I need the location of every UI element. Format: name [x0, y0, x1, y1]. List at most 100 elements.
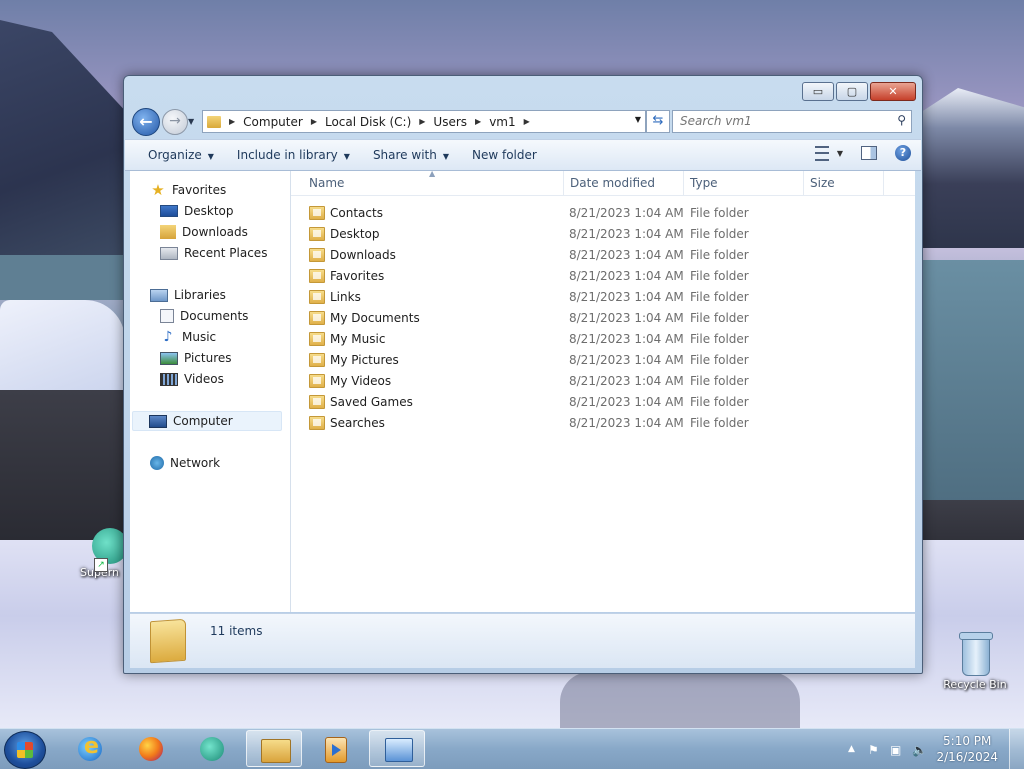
taskbar-internet-explorer[interactable]: [62, 730, 118, 767]
nav-videos[interactable]: Videos: [160, 369, 224, 389]
nav-favorites[interactable]: ★ Favorites: [150, 180, 226, 200]
table-row[interactable]: Favorites 8/21/2023 1:04 AM File folder: [309, 266, 909, 287]
address-bar[interactable]: ▶ Computer ▶ Local Disk (C:) ▶ Users ▶ v…: [202, 110, 646, 133]
column-divider[interactable]: [803, 171, 804, 195]
nav-label: Favorites: [172, 183, 227, 197]
file-name: My Videos: [330, 374, 392, 388]
taskbar-windows-explorer[interactable]: [246, 730, 302, 767]
chevron-down-icon: ▼: [442, 152, 449, 161]
close-button[interactable]: ✕: [870, 82, 916, 101]
table-row[interactable]: My Music 8/21/2023 1:04 AM File folder: [309, 329, 909, 350]
chevron-down-icon: ▼: [207, 152, 214, 161]
table-row[interactable]: Contacts 8/21/2023 1:04 AM File folder: [309, 203, 909, 224]
column-size[interactable]: Size: [810, 176, 835, 190]
file-name: Desktop: [330, 227, 380, 241]
desktop-icon-label: Recycle Bin: [943, 678, 1007, 691]
file-name: Searches: [330, 416, 385, 430]
file-type: File folder: [690, 332, 749, 346]
nav-downloads[interactable]: Downloads: [160, 222, 248, 242]
column-type[interactable]: Type: [690, 176, 718, 190]
nav-music[interactable]: ♪ Music: [160, 327, 217, 347]
nav-pictures[interactable]: Pictures: [160, 348, 232, 368]
column-divider[interactable]: [683, 171, 684, 195]
breadcrumb-chevron-icon[interactable]: ▶: [475, 117, 481, 126]
table-row[interactable]: Links 8/21/2023 1:04 AM File folder: [309, 287, 909, 308]
nav-computer[interactable]: Computer: [132, 411, 282, 431]
maximize-button[interactable]: ▢: [836, 82, 868, 101]
search-input[interactable]: [673, 111, 880, 130]
change-view-button[interactable]: ▼: [814, 145, 843, 161]
taskbar-firefox[interactable]: [123, 730, 179, 767]
action-center-flag-icon[interactable]: ⚑: [868, 743, 879, 757]
folder-icon: [309, 290, 325, 304]
organize-menu[interactable]: Organize ▼: [148, 148, 214, 162]
folder-icon: [309, 374, 325, 388]
nav-network[interactable]: Network: [150, 453, 220, 473]
breadcrumb-chevron-icon[interactable]: ▶: [229, 117, 235, 126]
file-name: My Pictures: [330, 353, 399, 367]
star-icon: ★: [151, 181, 165, 199]
breadcrumb-computer[interactable]: Computer: [243, 115, 303, 129]
desktop-icon-recycle-bin[interactable]: Recycle Bin: [940, 630, 1010, 691]
nav-recent-places[interactable]: Recent Places: [160, 243, 267, 263]
chevron-down-icon: ▼: [343, 152, 350, 161]
column-divider[interactable]: [563, 171, 564, 195]
start-button[interactable]: [4, 731, 46, 769]
forward-button[interactable]: →: [162, 109, 188, 135]
breadcrumb-local-disk[interactable]: Local Disk (C:): [325, 115, 411, 129]
network-status-icon[interactable]: ▣: [890, 743, 901, 757]
nav-documents[interactable]: Documents: [160, 306, 248, 326]
column-divider[interactable]: [883, 171, 884, 195]
show-desktop-button[interactable]: [1009, 729, 1024, 769]
item-count: 11 items: [210, 624, 263, 638]
file-date-modified: 8/21/2023 1:04 AM: [569, 269, 684, 283]
address-dropdown-icon[interactable]: ▼: [635, 115, 641, 124]
refresh-button[interactable]: ⇆: [646, 110, 670, 133]
breadcrumb-chevron-icon[interactable]: ▶: [419, 117, 425, 126]
table-row[interactable]: My Videos 8/21/2023 1:04 AM File folder: [309, 371, 909, 392]
file-date-modified: 8/21/2023 1:04 AM: [569, 332, 684, 346]
file-type: File folder: [690, 269, 749, 283]
new-folder-button[interactable]: New folder: [472, 148, 537, 162]
system-clock[interactable]: 5:10 PM 2/16/2024: [936, 733, 998, 765]
nav-desktop[interactable]: Desktop: [160, 201, 234, 221]
breadcrumb-chevron-icon[interactable]: ▶: [524, 117, 530, 126]
nav-libraries[interactable]: Libraries: [150, 285, 226, 305]
search-icon[interactable]: ⚲: [897, 113, 906, 127]
wallpaper-mountain-left: [0, 20, 130, 260]
breadcrumb-users[interactable]: Users: [433, 115, 467, 129]
preview-pane-icon[interactable]: [861, 146, 877, 160]
table-row[interactable]: Downloads 8/21/2023 1:04 AM File folder: [309, 245, 909, 266]
taskbar-windows-media-player[interactable]: [307, 730, 363, 767]
taskbar-superhuman[interactable]: [184, 730, 240, 767]
help-icon[interactable]: ?: [895, 145, 911, 161]
search-box[interactable]: ⚲: [672, 110, 912, 133]
network-icon: [150, 456, 164, 470]
breadcrumb: ▶ Computer ▶ Local Disk (C:) ▶ Users ▶ v…: [229, 115, 538, 129]
file-date-modified: 8/21/2023 1:04 AM: [569, 248, 684, 262]
minimize-button[interactable]: ▭: [802, 82, 834, 101]
share-with-menu[interactable]: Share with ▼: [373, 148, 449, 162]
table-row[interactable]: My Pictures 8/21/2023 1:04 AM File folder: [309, 350, 909, 371]
folder-icon: [309, 311, 325, 325]
back-button[interactable]: ←: [132, 108, 160, 136]
desktop-icon: [160, 205, 178, 217]
table-row[interactable]: Saved Games 8/21/2023 1:04 AM File folder: [309, 392, 909, 413]
taskbar-remote-desktop[interactable]: [369, 730, 425, 767]
show-hidden-icons-icon[interactable]: ▲: [848, 744, 855, 754]
window-controls: ▭ ▢ ✕: [802, 82, 916, 101]
column-date-modified[interactable]: Date modified: [570, 176, 655, 190]
documents-icon: [160, 309, 174, 323]
recent-pages-dropdown[interactable]: ▼: [188, 117, 194, 126]
table-row[interactable]: Searches 8/21/2023 1:04 AM File folder: [309, 413, 909, 434]
shortcut-arrow-icon: ↗: [94, 558, 108, 572]
table-row[interactable]: My Documents 8/21/2023 1:04 AM File folder: [309, 308, 909, 329]
column-name[interactable]: Name: [309, 176, 344, 190]
breadcrumb-vm1[interactable]: vm1: [489, 115, 515, 129]
breadcrumb-chevron-icon[interactable]: ▶: [311, 117, 317, 126]
desktop-icon-superhuman[interactable]: ↗ Supern: [80, 528, 128, 579]
include-in-library-menu[interactable]: Include in library ▼: [237, 148, 350, 162]
file-list: ▲ Name Date modified Type Size Contacts 8…: [291, 169, 915, 612]
volume-muted-icon[interactable]: 🔈: [912, 743, 927, 757]
table-row[interactable]: Desktop 8/21/2023 1:04 AM File folder: [309, 224, 909, 245]
